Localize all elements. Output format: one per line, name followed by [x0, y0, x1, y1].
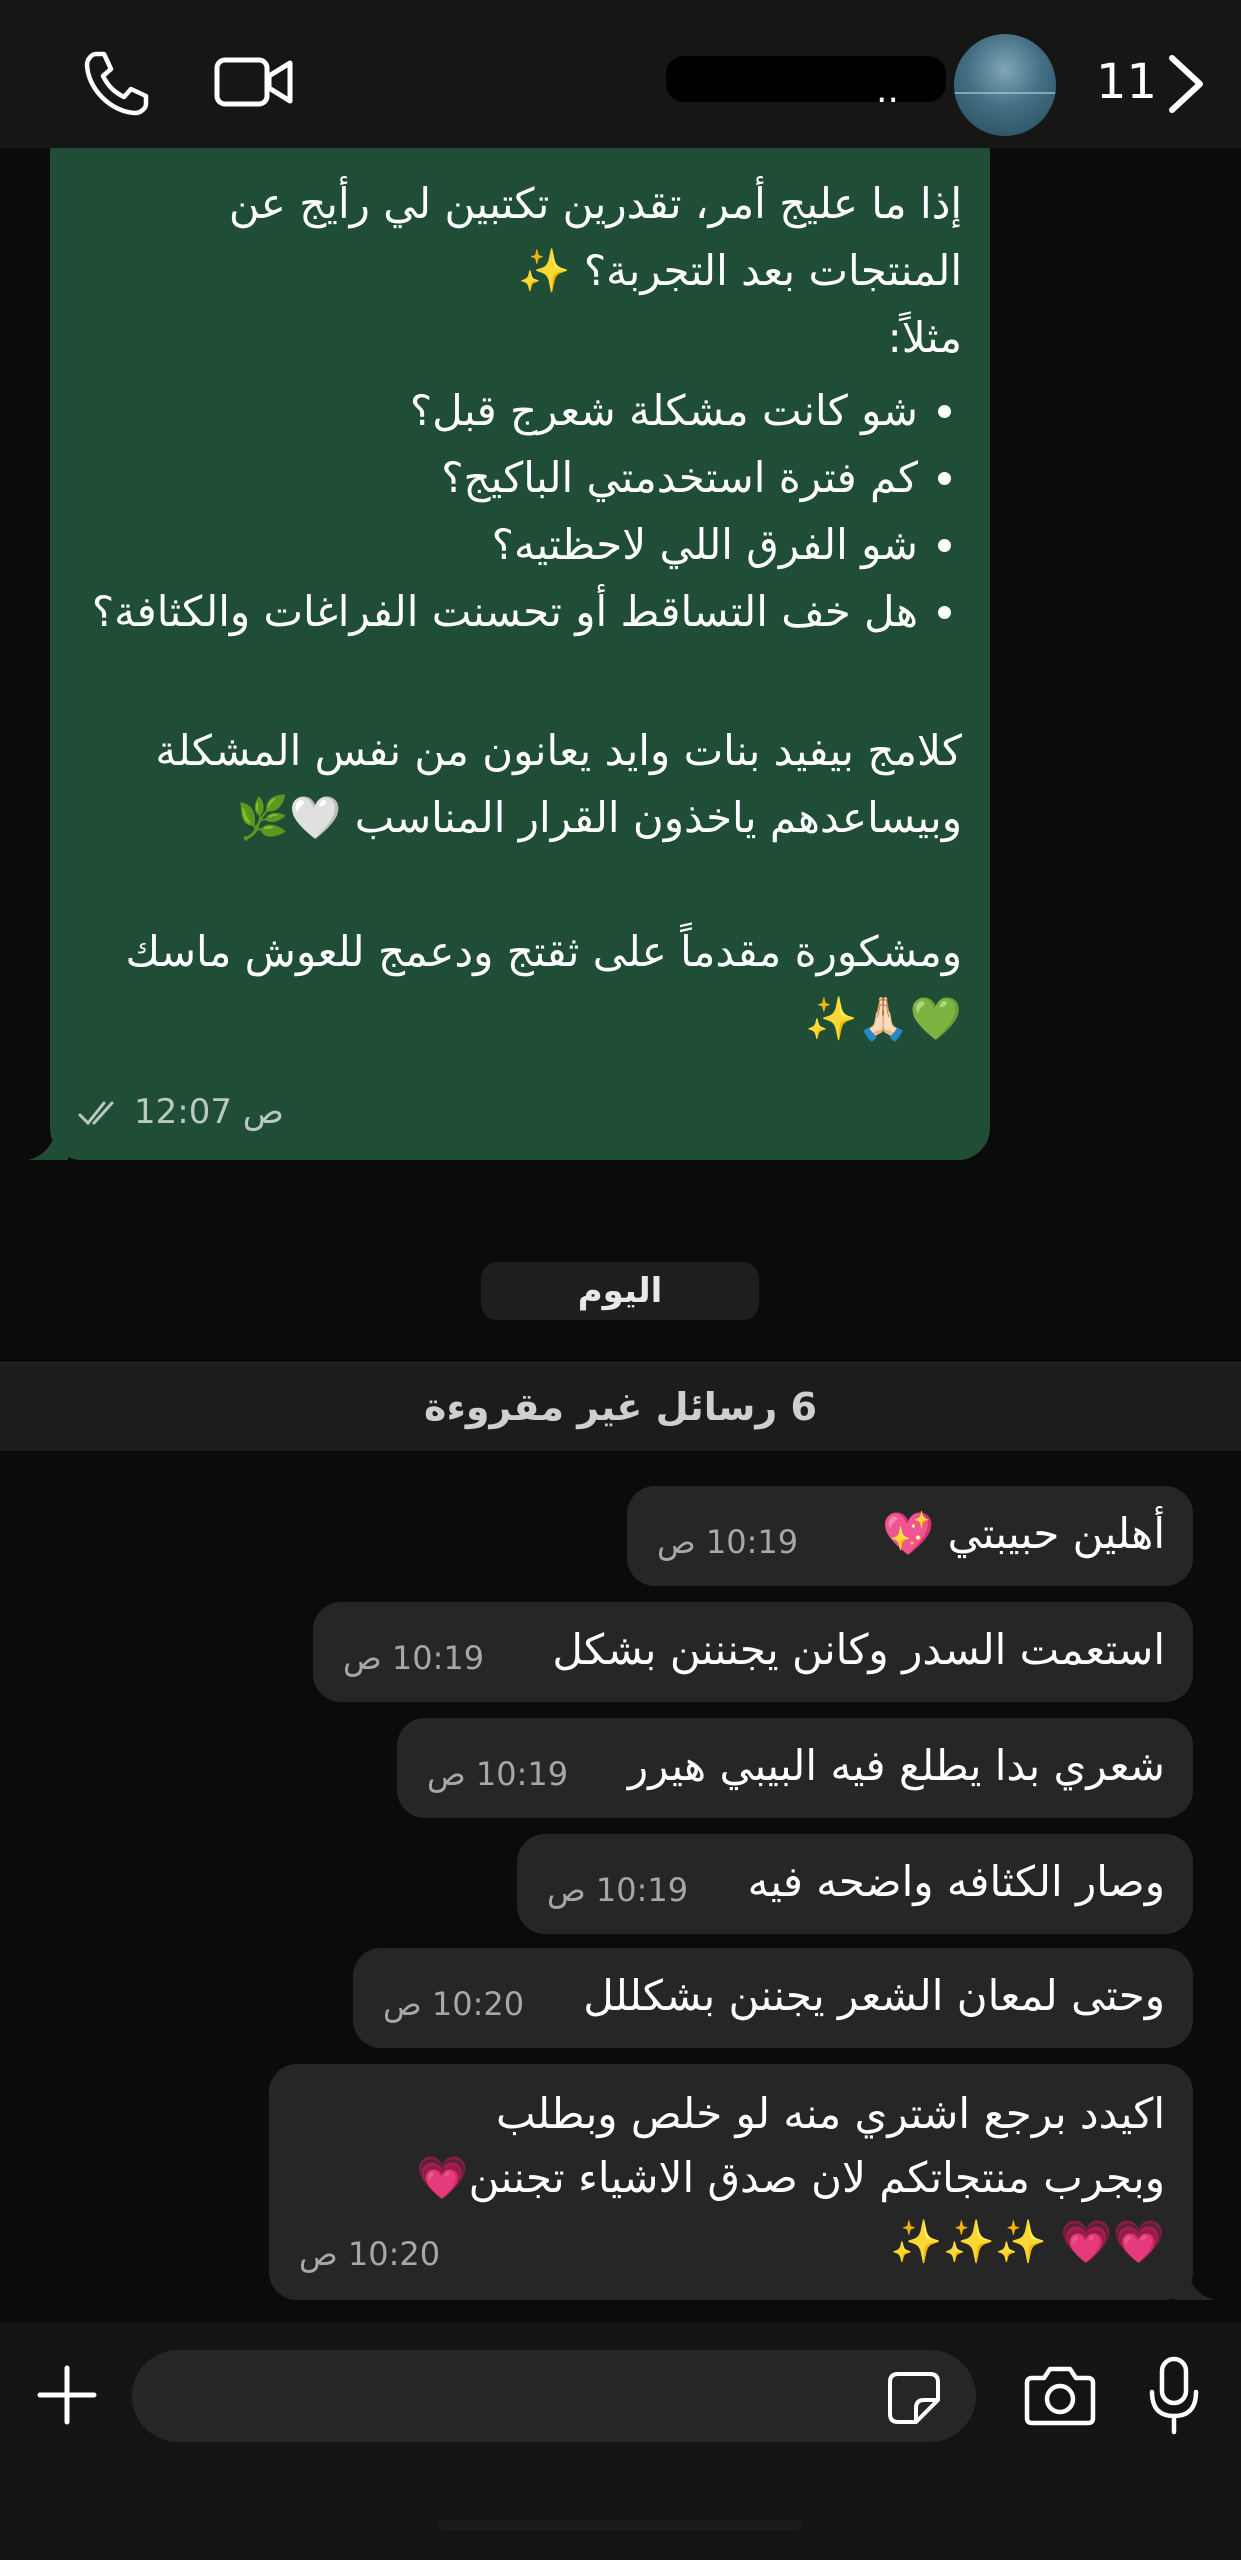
message-paragraph: ومشكورة مقدماً على ثقتج ودعمج للعوش ماسك… [125, 927, 962, 1043]
unread-count[interactable]: 11 [1096, 54, 1157, 110]
message-line: المنتجات بعد التجربة؟ ✨ [518, 246, 962, 295]
message-paragraph: كلامج بيفيد بنات وايد يعانون من نفس المش… [155, 726, 962, 842]
double-check-icon [78, 1101, 114, 1125]
message-time: 10:20 ص [383, 1985, 525, 2023]
message-input[interactable] [132, 2350, 976, 2442]
message-time: 10:19 ص [343, 1639, 485, 1677]
message-time: 10:20 ص [299, 2235, 441, 2273]
message-line: مثلاً: [887, 313, 962, 362]
phone-icon[interactable] [82, 48, 152, 118]
bubble-tail [1175, 2260, 1215, 2300]
incoming-message[interactable]: وصار الكثافه واضحه فيه 10:19 ص [517, 1834, 1193, 1934]
chat-header: 11 .. [0, 0, 1241, 148]
contact-name[interactable]: .. [876, 70, 899, 111]
incoming-message[interactable]: استعمت السدر وكانن يجنننن بشكل 10:19 ص [313, 1602, 1193, 1702]
incoming-message[interactable]: أهلين حبيبتي 💖 10:19 ص [627, 1486, 1193, 1586]
plus-icon[interactable] [36, 2364, 98, 2426]
question-item: هل خف التساقط أو تحسنت الفراغات والكثافة… [76, 578, 918, 645]
message-meta: 12:07 ص [78, 1079, 284, 1146]
microphone-icon[interactable] [1148, 2356, 1200, 2436]
sticker-icon[interactable] [886, 2370, 942, 2426]
message-time: 12:07 ص [134, 1092, 284, 1132]
question-list: شو كانت مشكلة شعرج قبل؟ كم فترة استخدمتي… [76, 377, 962, 645]
back-chevron-icon[interactable] [1160, 52, 1210, 116]
question-item: شو كانت مشكلة شعرج قبل؟ [76, 377, 918, 444]
message-line: إذا ما عليج أمر، تقدرين تكتبين لي رأيج ع… [228, 179, 962, 228]
message-time: 10:19 ص [427, 1755, 569, 1793]
unread-messages-banner: 6 رسائل غير مقروءة [0, 1362, 1241, 1451]
bubble-tail [28, 1120, 68, 1160]
message-text: اكيدد برجع اشتري منه لو خلص وبطلب وبجرب … [416, 2089, 1165, 2266]
question-item: كم فترة استخدمتي الباكيج؟ [76, 444, 918, 511]
avatar[interactable] [954, 34, 1056, 136]
incoming-message[interactable]: شعري بدا يطلع فيه البيبي هيرر 10:19 ص [397, 1718, 1193, 1818]
camera-icon[interactable] [1024, 2364, 1096, 2426]
incoming-message[interactable]: وحتى لمعان الشعر يجننن بشكللل 10:20 ص [353, 1948, 1193, 2048]
date-separator: اليوم [481, 1262, 759, 1320]
outgoing-message[interactable]: إذا ما عليج أمر، تقدرين تكتبين لي رأيج ع… [28, 60, 990, 1160]
question-item: شو الفرق اللي لاحظتيه؟ [76, 511, 918, 578]
home-indicator [438, 2520, 802, 2530]
video-call-icon[interactable] [214, 54, 294, 110]
message-time: 10:19 ص [657, 1523, 799, 1561]
incoming-message[interactable]: اكيدد برجع اشتري منه لو خلص وبطلب وبجرب … [269, 2064, 1215, 2300]
message-time: 10:19 ص [547, 1871, 689, 1909]
redacted-contact-name[interactable] [666, 56, 946, 102]
